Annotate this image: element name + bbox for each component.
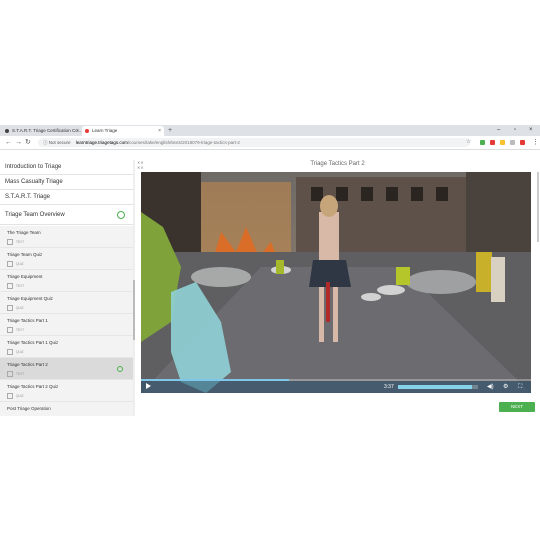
section-label: Mass Casualty Triage — [5, 179, 63, 185]
lesson-title: Triage Tactics Part 1 — [7, 318, 48, 323]
info-icon: ⓘ — [43, 140, 48, 145]
tab-certification[interactable]: S.T.A.R.T. Triage Certification Co... × — [2, 126, 82, 136]
tab-label: S.T.A.R.T. Triage Certification Co... — [12, 128, 82, 133]
back-icon[interactable]: ← — [5, 136, 12, 149]
security-label: Not secure — [48, 140, 71, 145]
video-frame — [141, 172, 531, 393]
video-title: Triage Tactics Part 2 — [310, 161, 365, 167]
lesson-item-active[interactable]: Triage Tactics Part 2 TEXT — [0, 358, 133, 380]
in-progress-icon — [117, 366, 123, 372]
tab-label: Learn Triage — [92, 128, 118, 133]
lesson-title: Post Triage Operation — [7, 406, 51, 411]
settings-icon[interactable]: ⚙ — [503, 381, 508, 393]
next-button[interactable]: NEXT — [499, 402, 535, 412]
favicon-icon — [5, 129, 9, 133]
extension-icon[interactable] — [510, 140, 515, 145]
text-icon — [7, 239, 13, 245]
address-bar: ← → ↻ ⓘ Not secure learntriage.triagetag… — [0, 136, 540, 150]
progress-fill — [141, 379, 290, 381]
volume-fill — [398, 385, 472, 389]
window-close-icon[interactable]: × — [529, 125, 533, 136]
lesson-type: QUIZ — [16, 349, 24, 354]
lesson-type: QUIZ — [16, 261, 24, 266]
lesson-title: Triage Tactics Part 1 Quiz — [7, 340, 59, 345]
tab-bar: S.T.A.R.T. Triage Certification Co... × … — [0, 125, 540, 136]
section-triage-team-overview[interactable]: Triage Team Overview — [0, 205, 133, 225]
profile-icon[interactable] — [520, 140, 525, 145]
lesson-type: QUIZ — [16, 305, 24, 310]
favicon-icon — [85, 129, 89, 133]
video-player[interactable] — [141, 172, 531, 393]
video-controls: 3:37 ◀) ⚙ ⛶ — [141, 379, 531, 393]
text-icon — [7, 371, 13, 377]
close-icon[interactable]: × — [76, 126, 79, 136]
course-page: Introduction to Triage Mass Casualty Tri… — [0, 150, 540, 416]
lesson-item[interactable]: Triage Tactics Part 1 TEXT — [0, 314, 133, 336]
extension-icon[interactable] — [500, 140, 505, 145]
lesson-title: Triage Tactics Part 2 Quiz — [7, 384, 59, 389]
quiz-icon — [7, 261, 13, 267]
url-domain: learntriage.triagetags.com — [75, 140, 128, 145]
lesson-item[interactable]: The Triage Team TEXT — [0, 226, 133, 248]
section-start-triage[interactable]: S.T.A.R.T. Triage — [0, 190, 133, 205]
extension-icon[interactable] — [490, 140, 495, 145]
lesson-item[interactable]: Triage Equipment Quiz QUIZ — [0, 292, 133, 314]
video-progress-bar[interactable] — [141, 379, 531, 381]
lesson-type: QUIZ — [16, 393, 24, 398]
text-icon — [7, 327, 13, 333]
section-label: Introduction to Triage — [5, 164, 62, 170]
lesson-title: Triage Tactics Part 2 — [7, 362, 48, 367]
play-icon[interactable] — [146, 383, 151, 389]
lesson-item[interactable]: Triage Tactics Part 1 Quiz QUIZ — [0, 336, 133, 358]
extension-icon[interactable] — [480, 140, 485, 145]
quiz-icon — [7, 393, 13, 399]
lesson-type: TEXT — [16, 371, 25, 376]
url-path: /courses/take/english/texts/2018079-tria… — [127, 140, 240, 145]
text-icon — [7, 283, 13, 289]
minimize-icon[interactable]: – — [497, 125, 500, 136]
lesson-item[interactable]: Triage Equipment TEXT — [0, 270, 133, 292]
lesson-type: TEXT — [16, 283, 25, 288]
tab-learn-triage[interactable]: Learn Triage × — [82, 126, 164, 136]
maximize-icon[interactable]: ▫ — [514, 125, 516, 136]
menu-icon[interactable]: ⋮ — [532, 136, 539, 149]
time-remaining: 3:37 — [384, 384, 394, 390]
new-tab-icon[interactable]: + — [168, 125, 172, 136]
close-icon[interactable]: × — [158, 126, 161, 136]
bookmark-star-icon[interactable]: ☆ — [466, 136, 471, 149]
lesson-title: Triage Equipment Quiz — [7, 296, 53, 301]
lesson-title: Triage Team Quiz — [7, 252, 43, 257]
reload-icon[interactable]: ↻ — [25, 136, 31, 149]
fullscreen-icon[interactable]: ⛶ — [518, 381, 522, 393]
section-label: Triage Team Overview — [5, 212, 65, 218]
url-field[interactable]: ⓘ Not secure learntriage.triagetags.com/… — [38, 138, 470, 147]
lesson-type: TEXT — [16, 239, 25, 244]
quiz-icon — [7, 349, 13, 355]
quiz-icon — [7, 305, 13, 311]
lesson-content: ✕✕ ✕✕ Triage Tactics Part 2 3:37 ◀) ⚙ ⛶ … — [135, 160, 540, 416]
course-sidebar: Introduction to Triage Mass Casualty Tri… — [0, 160, 133, 416]
lesson-item[interactable]: Triage Team Quiz QUIZ — [0, 248, 133, 270]
lesson-title: The Triage Team — [7, 230, 41, 235]
progress-ring-icon — [117, 211, 125, 219]
content-scrollbar[interactable] — [537, 172, 539, 242]
browser-window: S.T.A.R.T. Triage Certification Co... × … — [0, 125, 540, 416]
volume-icon[interactable]: ◀) — [487, 381, 494, 393]
section-label: S.T.A.R.T. Triage — [5, 194, 51, 200]
lesson-title: Triage Equipment — [7, 274, 43, 279]
volume-slider[interactable] — [398, 385, 478, 389]
section-introduction-to-triage[interactable]: Introduction to Triage — [0, 160, 133, 175]
lesson-item[interactable]: Triage Tactics Part 2 Quiz QUIZ — [0, 380, 133, 402]
lesson-type: TEXT — [16, 327, 25, 332]
forward-icon[interactable]: → — [15, 136, 22, 149]
lesson-item[interactable]: Post Triage Operation — [0, 402, 133, 416]
section-mass-casualty-triage[interactable]: Mass Casualty Triage — [0, 175, 133, 190]
